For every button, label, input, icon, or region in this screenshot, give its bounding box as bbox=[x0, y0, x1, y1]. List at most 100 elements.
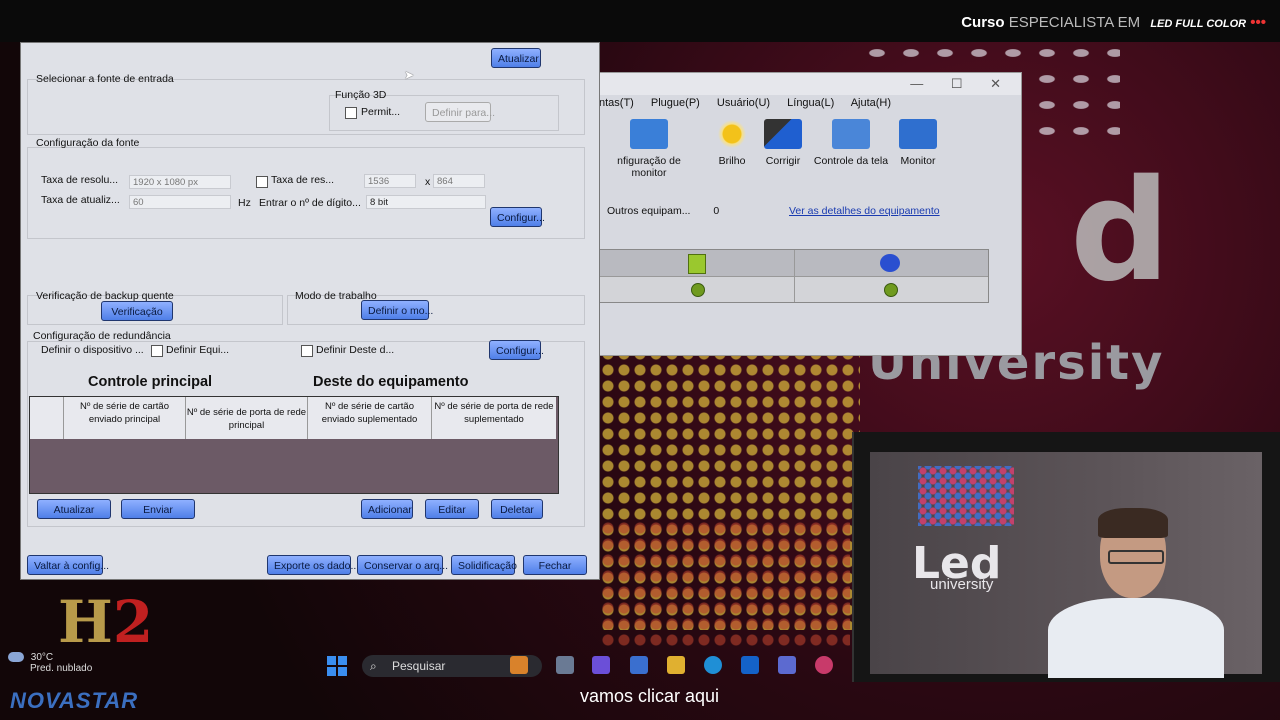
define-this-checkbox[interactable] bbox=[301, 345, 313, 357]
define-this-label: Definir Deste d... bbox=[316, 344, 395, 356]
edge-browser-icon[interactable] bbox=[704, 656, 722, 674]
grid-divider bbox=[794, 250, 795, 302]
digits-label: Entrar o nº de dígito... bbox=[259, 197, 361, 209]
sending-card-icon[interactable] bbox=[688, 254, 706, 274]
taskbar-app-icon[interactable] bbox=[556, 656, 574, 674]
h2-logo: H2 bbox=[58, 588, 154, 656]
other-equipment-row: Outros equipam... 0 Ver as detalhes do e… bbox=[607, 205, 940, 217]
outlook-icon[interactable] bbox=[741, 656, 759, 674]
receiver-icon[interactable] bbox=[880, 254, 900, 272]
screen-config-dialog: Atualizar Selecionar a fonte de entrada … bbox=[20, 42, 600, 580]
tool-correct[interactable]: Corrigir bbox=[761, 119, 805, 167]
define-equip-checkbox[interactable] bbox=[151, 345, 163, 357]
menu-item-help[interactable]: Ajuta(H) bbox=[851, 97, 891, 109]
solidify-button[interactable]: Solidificação bbox=[451, 555, 517, 575]
search-icon: ⌕ bbox=[370, 659, 377, 673]
menu-item-user[interactable]: Usuário(U) bbox=[717, 97, 770, 109]
novastar-main-window: — ☐ ✕ ntas(T) Plugue(P) Usuário(U) Língu… bbox=[598, 72, 1022, 356]
screen-control-icon bbox=[832, 119, 870, 149]
permit-checkbox[interactable] bbox=[345, 107, 357, 119]
glasses-icon bbox=[1108, 550, 1164, 564]
taskbar-app-icon[interactable] bbox=[592, 656, 610, 674]
delete-button[interactable]: Deletar bbox=[491, 499, 543, 519]
menu-item-plug[interactable]: Plugue(P) bbox=[651, 97, 700, 109]
close-button[interactable]: Fechar bbox=[523, 555, 587, 575]
digits-select[interactable]: 8 bit bbox=[366, 195, 486, 209]
camera-app-icon[interactable] bbox=[778, 656, 796, 674]
folder-icon[interactable] bbox=[667, 656, 685, 674]
source-configure-button[interactable]: Configur... bbox=[490, 207, 545, 227]
refresh-select[interactable]: 60 bbox=[129, 195, 231, 209]
top-banner: Curso ESPECIALISTA EM LED FULL COLOR ••• bbox=[0, 0, 1280, 42]
redundancy-label: Configuração de redundância bbox=[33, 330, 171, 342]
hz-label: Hz bbox=[238, 197, 251, 209]
other-equipment-label: Outros equipam... bbox=[607, 205, 691, 217]
taskbar-app-icon[interactable] bbox=[630, 656, 648, 674]
input-source-label: Selecionar a fonte de entrada bbox=[36, 73, 174, 85]
temperature: 30°C bbox=[30, 652, 54, 663]
window-controls[interactable]: — ☐ ✕ bbox=[910, 76, 1013, 92]
send-button[interactable]: Enviar bbox=[121, 499, 195, 519]
res-rate-checkbox[interactable] bbox=[256, 176, 268, 188]
tool-screen-control[interactable]: Controle da tela bbox=[811, 119, 891, 167]
res-rate-label: Taxa de res... bbox=[271, 174, 335, 186]
weather-status: Pred. nublado bbox=[30, 663, 93, 674]
times-label: x bbox=[425, 176, 431, 188]
color-dots-icon: ••• bbox=[1250, 14, 1266, 31]
device-status-grid bbox=[599, 249, 989, 303]
table-header-blank bbox=[30, 397, 64, 439]
taskbar-app-icon[interactable] bbox=[510, 656, 528, 674]
resolution-label: Taxa de resolu... bbox=[41, 174, 119, 186]
define-for-button[interactable]: Definir para... bbox=[425, 102, 495, 122]
toolbar: nfiguração de monitor Brilho Corrigir Co… bbox=[599, 119, 1019, 179]
add-button[interactable]: Adicionar bbox=[361, 499, 413, 519]
tool-monitor[interactable]: Monitor bbox=[897, 119, 939, 167]
permit-label: Permit... bbox=[361, 106, 401, 118]
menu-item-language[interactable]: Língua(L) bbox=[787, 97, 834, 109]
heading-this-equipment: Deste do equipamento bbox=[313, 374, 469, 390]
menu-bar: ntas(T) Plugue(P) Usuário(U) Língua(L) A… bbox=[599, 97, 905, 109]
taskbar-app-icon[interactable] bbox=[815, 656, 833, 674]
course-prefix: Curso bbox=[961, 14, 1005, 31]
back-config-button[interactable]: Valtar à config... bbox=[27, 555, 109, 575]
presenter-hair bbox=[1098, 508, 1168, 538]
menu-item-tools[interactable]: ntas(T) bbox=[599, 97, 634, 109]
verify-button[interactable]: Verificação bbox=[101, 301, 173, 321]
update-top-button[interactable]: Atualizar bbox=[491, 48, 541, 68]
save-file-button[interactable]: Conservar o arq... bbox=[357, 555, 448, 575]
resolution-select[interactable]: 1920 x 1080 px bbox=[129, 175, 231, 189]
mouse-cursor-icon: ➤ bbox=[404, 68, 415, 82]
redundancy-configure-button[interactable]: Configur... bbox=[489, 340, 544, 360]
tool-monitor-config[interactable]: nfiguração de monitor bbox=[599, 119, 699, 179]
presenter bbox=[1048, 508, 1228, 678]
table-header: Nº de série de porta de rede suplementad… bbox=[432, 397, 556, 439]
cloud-icon bbox=[8, 652, 24, 663]
table-header: Nº de série de cartão enviado principal bbox=[64, 397, 186, 439]
define-mode-button[interactable]: Definir o mo... bbox=[361, 300, 433, 320]
windows-start-icon[interactable] bbox=[327, 656, 347, 676]
export-data-button[interactable]: Exporte os dado... bbox=[267, 555, 359, 575]
refresh-label: Taxa de atualiz... bbox=[41, 194, 120, 206]
define-equip-label: Definir Equi... bbox=[166, 344, 230, 356]
tool-brightness[interactable]: Brilho bbox=[709, 119, 755, 167]
res-height-input[interactable]: 864 bbox=[433, 174, 485, 188]
status-dot bbox=[691, 283, 705, 297]
led-dots-red-decoration bbox=[600, 520, 850, 650]
define-device-label: Definir o dispositivo ... bbox=[41, 344, 144, 356]
res-width-input[interactable]: 1536 bbox=[364, 174, 416, 188]
background-brand-letter: d bbox=[1070, 150, 1171, 313]
camera-icon bbox=[764, 119, 802, 149]
source-config-label: Configuração da fonte bbox=[36, 137, 140, 149]
sun-icon bbox=[713, 119, 751, 149]
func3d-label: Função 3D bbox=[335, 89, 387, 101]
table-header: Nº de série de porta de rede principal bbox=[186, 397, 308, 439]
edit-button[interactable]: Editar bbox=[425, 499, 479, 519]
course-middle: ESPECIALISTA EM bbox=[1008, 14, 1141, 31]
update-button[interactable]: Atualizar bbox=[37, 499, 111, 519]
equipment-details-link[interactable]: Ver as detalhes do equipamento bbox=[789, 205, 940, 217]
redundancy-table: Nº de série de cartão enviado principal … bbox=[29, 396, 559, 494]
monitor-icon bbox=[899, 119, 937, 149]
led-university-logo-mark bbox=[918, 466, 1014, 526]
novastar-logo: NOVASTAR bbox=[10, 688, 139, 713]
window-titlebar: — ☐ ✕ bbox=[599, 73, 1021, 95]
